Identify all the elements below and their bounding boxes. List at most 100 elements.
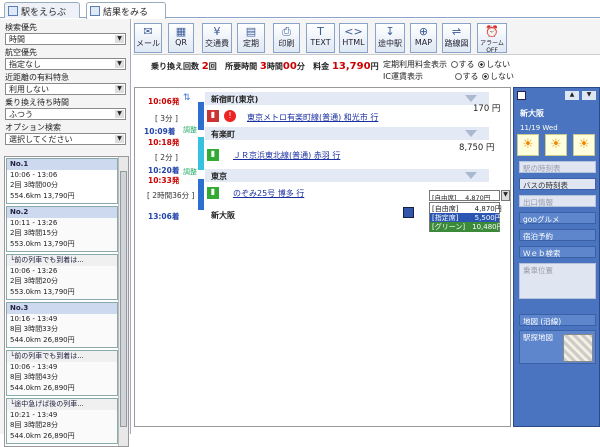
depart-time-3: 10:33発 xyxy=(148,176,180,185)
alarm-icon: ⏰ xyxy=(485,25,499,38)
route-item-3-alt2[interactable]: └途中急げば後の列車... 10:21 - 13:49 8回 3時間28分 544.0… xyxy=(6,398,118,444)
station-row-2[interactable]: 有楽町 xyxy=(205,127,489,140)
route-item-1[interactable]: No.1 10:06 - 13:06 2回 3時間00分 554.6km 13,790… xyxy=(6,158,118,204)
building-icon xyxy=(403,207,414,218)
jr-line-bar xyxy=(198,137,204,170)
seat-class-options: [自由席] 4,870円 [指定席] 5,500円 [グリーン] 10,480円 xyxy=(429,202,504,232)
wait-label: 乗り換え待ち時間 xyxy=(5,98,69,107)
express-select[interactable]: 利用しない xyxy=(5,83,126,95)
chevron-down-icon[interactable]: ▼ xyxy=(501,190,510,201)
train-icon-2: ▮ xyxy=(207,149,219,161)
map-button[interactable]: ⊕ MAP xyxy=(410,23,437,53)
map-icon: ⊕ xyxy=(418,25,429,38)
weather-sun-icon: ☀ xyxy=(517,134,539,156)
ic-no-radio[interactable] xyxy=(482,73,490,80)
express-label: 近距離の有料特急 xyxy=(5,73,69,82)
print-button[interactable]: ⎙ 印刷 xyxy=(273,23,300,53)
html-icon: <> xyxy=(344,25,363,38)
alarm-button[interactable]: ⏰ アラームOFF xyxy=(477,23,507,54)
priority-label: 検索優先 xyxy=(5,23,37,32)
intermediate-stations-button[interactable]: ↧ 途中駅 xyxy=(375,23,405,53)
prev-station-button[interactable]: ▲ xyxy=(565,91,579,100)
boarding-position-button[interactable]: 乗車位置 xyxy=(519,263,596,299)
line-link-3[interactable]: のぞみ25号 博多 行 xyxy=(233,188,304,199)
arrive-time-2: 10:09着 xyxy=(144,127,176,136)
timetable-button[interactable]: 駅の時刻表 xyxy=(519,161,596,173)
sort-arrow-icon[interactable]: ⇅ xyxy=(183,93,191,103)
bus-timetable-button[interactable]: バスの時刻表 xyxy=(519,178,596,190)
depart-time-2: 10:18発 xyxy=(148,138,180,147)
seat-class-select[interactable]: [自由席] 4,870円 xyxy=(429,190,500,201)
toolbar: ✉ メール ▦ QR ¥ 交通費 ▤ 定期 ⎙ 印刷 T TEXT <> HTML ↧ 途中駅 … xyxy=(133,19,600,55)
exit-info-button[interactable]: 出口情報 xyxy=(519,195,596,207)
ic-yes-radio[interactable] xyxy=(454,73,462,80)
route-item-2[interactable]: No.2 10:11 - 13:26 2回 3時間15分 553.0km 13,790… xyxy=(6,206,118,252)
text-icon: T xyxy=(317,25,324,38)
commuter-yes-radio[interactable] xyxy=(450,61,458,68)
commuter-pass-button[interactable]: ▤ 定期 xyxy=(237,23,265,53)
route-item-2-alt[interactable]: └前の列車でも到着は... 10:06 - 13:26 2回 3時間20分 553.0… xyxy=(6,254,118,300)
next-station-button[interactable]: ▼ xyxy=(582,91,596,100)
line-link-1[interactable]: 東京メトロ有楽町線(普通) 和光市 行 xyxy=(247,112,378,123)
tab-results[interactable]: 結果をみる xyxy=(86,2,166,19)
mail-icon: ✉ xyxy=(143,25,153,38)
html-button[interactable]: <> HTML xyxy=(339,23,368,53)
route-item-3-alt1[interactable]: └前の列車でも到着は... 10:06 - 13:49 8回 3時間43分 544.0… xyxy=(6,350,118,396)
duration-3: [ 2時間36分 ] xyxy=(147,191,195,200)
fare-2: 8,750 円 xyxy=(459,143,495,153)
stations-icon: ↧ xyxy=(385,25,395,38)
priority-select[interactable]: 時間 xyxy=(5,33,126,45)
station-map-thumbnail[interactable] xyxy=(563,334,593,362)
print-icon: ⎙ xyxy=(282,25,291,38)
wait-select[interactable]: ふつう xyxy=(5,108,126,120)
station-row-3[interactable]: 東京 xyxy=(205,169,489,182)
commuter-no-radio[interactable] xyxy=(478,61,486,68)
station-name: 新大阪 xyxy=(520,109,544,118)
text-button[interactable]: T TEXT xyxy=(306,23,335,53)
option-label: オプション検索 xyxy=(5,123,61,132)
mail-button[interactable]: ✉ メール xyxy=(134,23,162,53)
route-map-button[interactable]: ⇌ 路線図 xyxy=(442,23,471,53)
route-list-scrollbar[interactable] xyxy=(118,157,128,446)
duration-2: [ 2分 ] xyxy=(155,153,178,162)
weather-sun-icon-3: ☀ xyxy=(573,134,595,156)
shinkansen-line-bar xyxy=(198,179,204,210)
search-options-panel: 検索優先 時間 航空優先 指定なし 近距離の有料特急 利用しない 乗り換え待ち時… xyxy=(0,19,131,447)
airline-label: 航空優先 xyxy=(5,48,37,57)
adjust-icon-2[interactable]: 調整 xyxy=(183,167,197,177)
ic-fare-toggle: IC運賃表示 する しない xyxy=(383,72,515,81)
route-detail: 新宿町(東京) 有楽町 東京 新大阪 10:06発 10:09着 10:18発 … xyxy=(134,87,511,427)
goo-gourmet-button[interactable]: gooグルメ xyxy=(519,212,596,224)
arrive-time-4: 13:06着 xyxy=(148,212,180,221)
seat-option-green[interactable]: [グリーン] 10,480円 xyxy=(430,222,504,232)
qr-icon: ▦ xyxy=(175,25,187,38)
yen-icon: ¥ xyxy=(213,25,221,38)
tab-station-select[interactable]: 駅をえらぶ xyxy=(4,2,80,18)
route-item-3[interactable]: No.3 10:16 - 13:49 8回 3時間33分 544.0km 26,890… xyxy=(6,302,118,348)
fare-1: 170 円 xyxy=(473,104,501,114)
station-info-panel: ▲ ▼ 新大阪 11/19 Wed ☀ ☀ ☀ 駅の時刻表 バスの時刻表 出口情… xyxy=(513,87,600,427)
line-link-2[interactable]: ＪＲ京浜東北線(普通) 赤羽 行 xyxy=(233,150,340,161)
hotel-booking-button[interactable]: 宿泊予約 xyxy=(519,229,596,241)
web-search-button[interactable]: Ｗｅｂ検索 xyxy=(519,246,596,258)
fare-calc-button[interactable]: ¥ 交通費 xyxy=(202,23,232,53)
qr-button[interactable]: ▦ QR xyxy=(168,23,194,53)
pass-icon: ▤ xyxy=(245,25,257,38)
summary-line: 乗り換え回数 2回 所要時間 3時間00分 料金 13,790円 xyxy=(151,61,379,72)
scrollbar-thumb[interactable] xyxy=(120,171,127,427)
adjust-icon[interactable]: 調整 xyxy=(183,125,197,135)
map-along-line-button[interactable]: 地図 (沿線) xyxy=(519,314,596,326)
results-icon xyxy=(90,6,100,16)
train-icon: ▮ xyxy=(207,110,219,122)
panel-close-icon[interactable] xyxy=(517,91,526,100)
depart-time-1: 10:06発 xyxy=(148,97,180,106)
commuter-fare-toggle: 定期利用料金表示 する しない xyxy=(383,60,511,69)
route-map-icon: ⇌ xyxy=(451,25,462,38)
airline-select[interactable]: 指定なし xyxy=(5,58,126,70)
warning-icon[interactable]: ! xyxy=(224,110,236,122)
station-row-1[interactable]: 新宿町(東京) xyxy=(205,92,489,105)
option-select[interactable]: 選択してください xyxy=(5,133,126,145)
tab-bar: 駅をえらぶ 結果をみる xyxy=(0,0,600,19)
train-icon-3: ▮ xyxy=(207,187,219,199)
route-summary: 乗り換え回数 2回 所要時間 3時間00分 料金 13,790円 定期利用料金表… xyxy=(133,56,600,84)
